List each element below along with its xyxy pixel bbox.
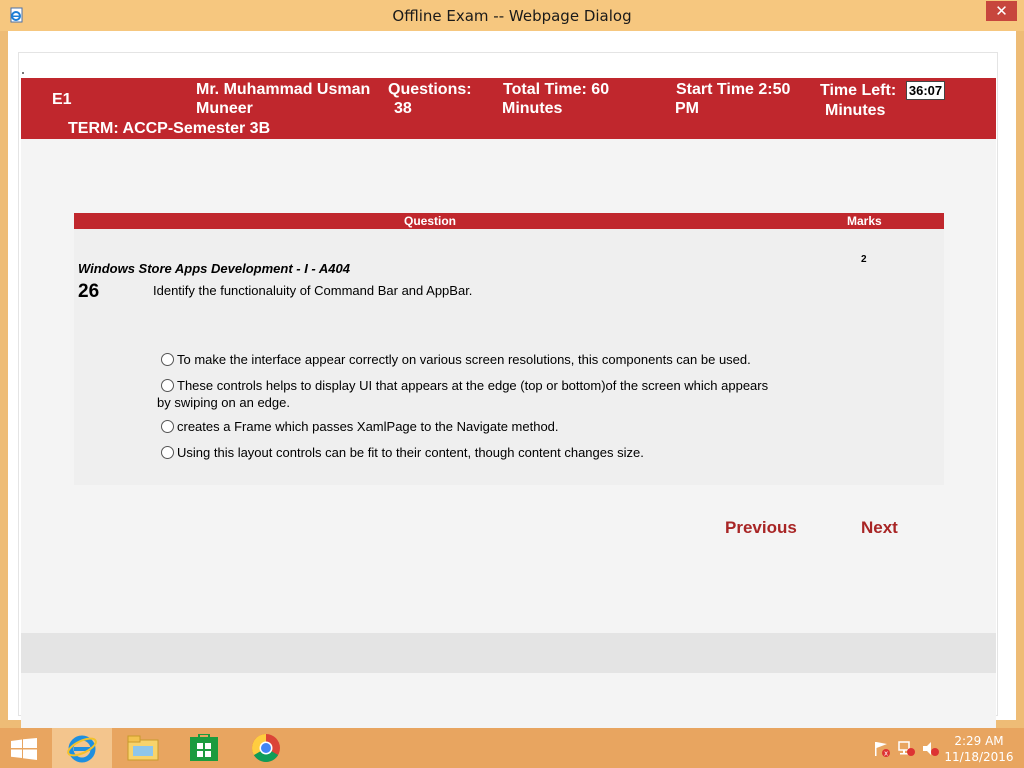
answer-option[interactable]: Using this layout controls can be fit to…: [157, 444, 777, 461]
radio-button[interactable]: [161, 446, 174, 459]
answer-option-text: These controls helps to display UI that …: [157, 378, 769, 410]
dialog-content: E1 Mr. Muhammad Usman Muneer TERM: ACCP-…: [8, 31, 1016, 733]
exam-header: E1 Mr. Muhammad Usman Muneer TERM: ACCP-…: [21, 78, 996, 139]
total-time-label: Total Time: 60: [503, 81, 610, 98]
footer-band: [21, 633, 996, 673]
radio-button[interactable]: [161, 379, 174, 392]
question-marks: 2: [861, 254, 867, 265]
store-icon[interactable]: [189, 734, 219, 762]
action-center-flag-icon[interactable]: x: [873, 741, 891, 757]
question-table-header: Question Marks: [74, 213, 944, 229]
clock-time[interactable]: 2:29 AM: [944, 734, 1014, 748]
column-marks: Marks: [847, 214, 882, 228]
window-title: Offline Exam -- Webpage Dialog: [392, 7, 632, 25]
questions-count: 38: [394, 100, 412, 117]
close-button[interactable]: ✕: [986, 1, 1017, 21]
file-explorer-icon[interactable]: [127, 734, 159, 762]
countdown-timer: 36:07: [906, 81, 945, 100]
answer-option[interactable]: These controls helps to display UI that …: [157, 377, 777, 411]
windows-start-icon[interactable]: [10, 738, 38, 760]
taskbar-active-item[interactable]: [52, 728, 112, 768]
next-button[interactable]: Next: [861, 518, 898, 538]
clock-date[interactable]: 11/18/2016: [944, 750, 1014, 764]
total-time-unit: Minutes: [502, 100, 563, 117]
question-text: Identify the functionaluity of Command B…: [153, 283, 473, 298]
chrome-icon[interactable]: [251, 733, 281, 763]
answer-option-text: creates a Frame which passes XamlPage to…: [177, 419, 559, 434]
student-name-line2: Muneer: [196, 100, 253, 117]
exam-code: E1: [52, 91, 72, 108]
network-icon[interactable]: [898, 740, 916, 757]
column-question: Question: [404, 214, 457, 228]
start-time-suffix: PM: [675, 100, 699, 117]
window-titlebar: Offline Exam -- Webpage Dialog ✕: [0, 0, 1024, 31]
radio-button[interactable]: [161, 353, 174, 366]
student-name-line1: Mr. Muhammad Usman: [196, 81, 371, 98]
answer-option[interactable]: creates a Frame which passes XamlPage to…: [157, 418, 777, 435]
internet-explorer-icon: [67, 735, 97, 763]
term-label: TERM: ACCP-Semester 3B: [68, 120, 271, 137]
question-table: Question Marks Windows Store Apps Develo…: [74, 213, 944, 485]
question-number: 26: [78, 281, 100, 302]
volume-muted-icon[interactable]: [922, 740, 940, 757]
radio-button[interactable]: [161, 420, 174, 433]
taskbar: x 2:29 AM 11/18/2016: [0, 728, 1024, 768]
subject-title: Windows Store Apps Development - I - A40…: [78, 261, 350, 276]
start-time-label: Start Time 2:50: [676, 81, 791, 98]
svg-text:x: x: [884, 750, 888, 758]
answer-option[interactable]: To make the interface appear correctly o…: [157, 351, 777, 368]
answer-option-text: Using this layout controls can be fit to…: [177, 445, 644, 460]
time-left-label: Time Left:: [820, 82, 897, 99]
answer-option-text: To make the interface appear correctly o…: [177, 352, 751, 367]
time-left-unit: Minutes: [825, 102, 886, 119]
questions-label: Questions:: [388, 81, 472, 98]
previous-button[interactable]: Previous: [725, 518, 797, 538]
divider-dot: [22, 72, 24, 74]
